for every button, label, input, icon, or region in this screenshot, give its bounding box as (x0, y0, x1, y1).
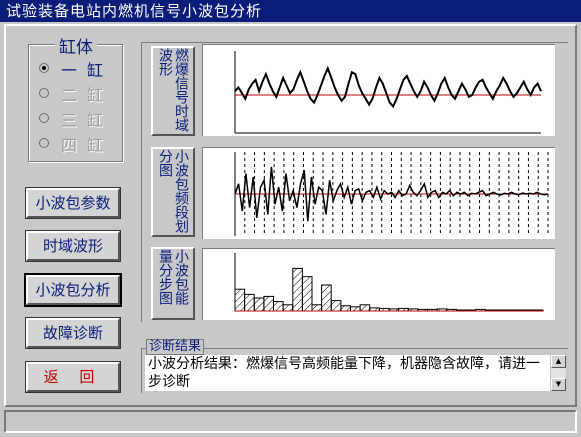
radio-dot-icon[interactable] (39, 113, 49, 123)
diagnosis-text[interactable]: 小波分析结果：燃爆信号高频能量下降，机器隐含故障，请进一步诊断 (145, 355, 550, 391)
radio-dot-icon[interactable] (39, 138, 49, 148)
time-domain-svg (234, 51, 542, 134)
energy-bar (330, 300, 342, 312)
energy-bar (244, 293, 255, 312)
radio-label: 三缸 (61, 111, 114, 130)
wavelet-analysis-button[interactable]: 小波包分析 (24, 273, 122, 307)
radio-cylinder-4[interactable]: 四缸 (39, 132, 119, 155)
band-partition-label-text: 小波包频段划分图 (157, 149, 189, 233)
time-waveform-button[interactable]: 时域波形 (25, 230, 121, 262)
energy-bar (273, 301, 284, 312)
radio-cylinder-3[interactable]: 三缸 (39, 107, 119, 130)
radio-dot-icon[interactable] (39, 63, 49, 73)
scroll-down-icon[interactable]: ▼ (551, 378, 566, 391)
band-partition-svg (234, 152, 549, 236)
fault-diagnosis-button[interactable]: 故障诊断 (25, 317, 121, 349)
radio-cylinder-1[interactable]: 一缸 (39, 57, 119, 80)
time-domain-label-text: 燃爆信号时域波形 (157, 48, 189, 132)
radio-label: 二缸 (61, 86, 114, 105)
energy-label: 小波包能量分步图 (151, 247, 195, 320)
radio-label: 四缸 (61, 136, 114, 155)
energy-bar (234, 288, 246, 312)
cylinder-groupbox: 缸体 一缸 二缸 三缸 四缸 (28, 33, 123, 162)
energy-bar (282, 304, 294, 312)
diagnosis-title: 诊断结果 (146, 339, 205, 355)
status-bar (4, 410, 577, 433)
time-series-line (234, 65, 542, 109)
band-partition-plot (202, 147, 555, 239)
radio-dot-icon[interactable] (39, 88, 49, 98)
wavelet-params-button[interactable]: 小波包参数 (25, 187, 121, 219)
energy-svg (234, 253, 544, 312)
energy-bar (292, 267, 303, 312)
energy-bar (311, 304, 323, 312)
back-button[interactable]: 返 回 (25, 361, 121, 393)
energy-bar (321, 284, 332, 312)
time-domain-plot (202, 44, 555, 136)
energy-bar (350, 306, 361, 312)
energy-label-text: 小波包能量分步图 (157, 249, 189, 305)
diagnosis-scrollbar[interactable]: ▲ ▼ (551, 355, 566, 391)
energy-bar (253, 297, 265, 312)
radio-label: 一缸 (61, 61, 114, 80)
energy-bar (301, 276, 313, 312)
time-domain-label: 燃爆信号时域波形 (151, 46, 195, 136)
scroll-up-icon[interactable]: ▲ (551, 355, 566, 368)
energy-bar (359, 304, 371, 312)
window-title: 试验装备电站内燃机信号小波包分析 (0, 0, 581, 22)
energy-bar (263, 295, 275, 312)
radio-cylinder-2[interactable]: 二缸 (39, 82, 119, 105)
energy-bar (340, 305, 351, 312)
cylinder-group-title: 缸体 (55, 33, 97, 58)
energy-plot (202, 248, 555, 320)
band-partition-label: 小波包频段划分图 (151, 147, 195, 237)
